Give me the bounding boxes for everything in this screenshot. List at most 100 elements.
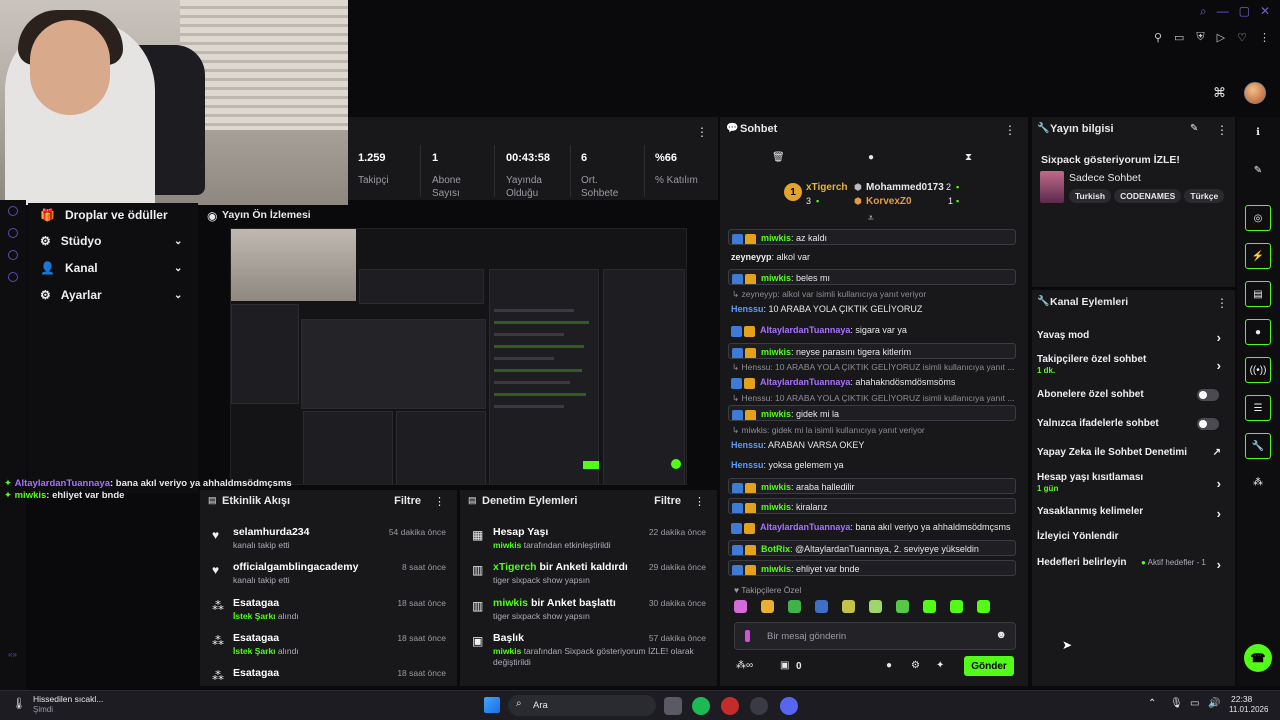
emotes-only-toggle[interactable] bbox=[1197, 418, 1219, 430]
tag[interactable]: Turkish bbox=[1069, 189, 1112, 203]
chat-bubble-icon[interactable]: ● bbox=[868, 152, 874, 163]
chat-message[interactable]: miwkis: ehliyet var bnde bbox=[728, 560, 1016, 576]
chat-message[interactable]: miwkis: araba halledilir bbox=[728, 478, 1016, 494]
account-age-restriction[interactable]: Hesap yaşı kısıtlaması 1 gün › bbox=[1037, 472, 1227, 493]
more-icon[interactable]: ⋮ bbox=[1216, 296, 1228, 310]
points-icon[interactable]: ⁂∞ bbox=[736, 660, 753, 671]
chat-username[interactable]: AltaylardanTuannaya bbox=[760, 377, 850, 387]
nav-studio[interactable]: ⚙ Stüdyo ⌄ bbox=[40, 234, 182, 248]
banned-words[interactable]: Yasaklanmış kelimeler › bbox=[1037, 506, 1227, 521]
support-icon[interactable]: ☎ bbox=[1244, 644, 1272, 672]
chat-message[interactable]: miwkis: gidek mi la bbox=[728, 405, 1016, 421]
nav-drops[interactable]: 🎁 Droplar ve ödüller bbox=[40, 208, 168, 222]
emote[interactable] bbox=[815, 600, 828, 613]
emote[interactable] bbox=[842, 600, 855, 613]
points-icon[interactable]: ⁂ bbox=[1245, 469, 1271, 495]
tag[interactable]: CODENAMES bbox=[1114, 189, 1182, 203]
chat-message[interactable]: Henssu: yoksa gelemem ya bbox=[728, 457, 1016, 473]
app-icon[interactable] bbox=[750, 697, 768, 715]
chat-bubble-icon[interactable]: ● bbox=[886, 660, 892, 671]
maximize-icon[interactable]: ▢ bbox=[1239, 4, 1250, 19]
ai-moderation[interactable]: Yapay Zeka ile Sohbet Denetimi ↗ bbox=[1037, 447, 1227, 458]
chat-message[interactable]: miwkis: beles mı bbox=[728, 269, 1016, 285]
mic-icon[interactable]: 🎙 bbox=[1170, 698, 1183, 709]
weather-icon[interactable]: 🌡 bbox=[12, 697, 26, 710]
chat-username[interactable]: miwkis bbox=[761, 233, 791, 243]
gamepad-icon[interactable]: ⌘ bbox=[1213, 85, 1226, 101]
category-thumbnail[interactable] bbox=[1040, 171, 1064, 203]
chat-message[interactable]: Henssu: ARABAN VARSA OKEY bbox=[728, 437, 1016, 453]
moderation-filter-button[interactable]: Filtre bbox=[654, 495, 681, 507]
chat-username[interactable]: miwkis bbox=[761, 273, 791, 283]
subscribers-only-toggle[interactable] bbox=[1197, 389, 1219, 401]
emotes-only-chat[interactable]: Yalnızca ifadelerle sohbet bbox=[1037, 418, 1227, 430]
chat-username[interactable]: AltaylardanTuannaya bbox=[760, 325, 850, 335]
chat-username[interactable]: Henssu bbox=[731, 304, 764, 314]
monitor-icon[interactable]: ▭ bbox=[1190, 698, 1199, 709]
chat-username[interactable]: miwkis bbox=[761, 409, 791, 419]
play-icon[interactable]: ▷ bbox=[1217, 31, 1225, 44]
send-button[interactable]: Gönder bbox=[964, 656, 1014, 676]
stream-preview[interactable] bbox=[230, 228, 687, 485]
emote[interactable] bbox=[950, 600, 963, 613]
chat-message[interactable]: zeyneyyp: alkol var bbox=[728, 249, 1016, 265]
settings-icon[interactable] bbox=[8, 272, 18, 282]
gift-icon[interactable]: ✦ bbox=[936, 660, 944, 671]
emote[interactable] bbox=[761, 600, 774, 613]
file-explorer-icon[interactable] bbox=[664, 697, 682, 715]
chat-message[interactable]: miwkis: neyse parasını tigera kitlerim bbox=[728, 343, 1016, 359]
tray-chevron-icon[interactable]: ⌃ bbox=[1148, 698, 1156, 709]
gear-icon[interactable]: ⚙ bbox=[911, 660, 920, 671]
bolt-icon[interactable]: ⚡ bbox=[1245, 243, 1271, 269]
chat-username[interactable]: miwkis bbox=[761, 564, 791, 574]
subscribers-only-chat[interactable]: Abonelere özel sohbet bbox=[1037, 389, 1227, 401]
chat-message[interactable]: Henssu: 10 ARABA YOLA ÇIKTIK GELİYORUZ bbox=[728, 301, 1016, 317]
list-icon[interactable]: ☰ bbox=[1245, 395, 1271, 421]
emote[interactable] bbox=[896, 600, 909, 613]
chat-message[interactable]: AltaylardanTuannaya: bana akıl veriyo ya… bbox=[728, 519, 1016, 535]
wrench-icon[interactable]: 🔧 bbox=[1245, 433, 1271, 459]
slow-mode[interactable]: Yavaş mod › bbox=[1037, 330, 1227, 345]
broadcast-icon[interactable]: ((•)) bbox=[1245, 357, 1271, 383]
start-button[interactable] bbox=[484, 697, 500, 713]
heart-icon[interactable]: ♡ bbox=[1237, 31, 1247, 44]
emoji-icon[interactable]: ☻ bbox=[995, 629, 1007, 641]
clock-icon[interactable] bbox=[8, 228, 18, 238]
taskbar-search[interactable]: ⌕ Ara bbox=[508, 695, 656, 716]
info-icon[interactable]: ℹ bbox=[1245, 119, 1271, 145]
spotify-icon[interactable] bbox=[692, 697, 710, 715]
more-icon[interactable]: ⋮ bbox=[1259, 31, 1270, 44]
chat-username[interactable]: miwkis bbox=[761, 482, 791, 492]
activity-filter-button[interactable]: Filtre bbox=[394, 495, 421, 507]
chat-username[interactable]: miwkis bbox=[761, 347, 791, 357]
chat-username[interactable]: AltaylardanTuannaya bbox=[760, 522, 850, 532]
minimize-icon[interactable]: — bbox=[1217, 4, 1229, 19]
emote[interactable] bbox=[977, 600, 990, 613]
chat-message[interactable]: miwkis: az kaldı bbox=[728, 229, 1016, 245]
chat-username[interactable]: Henssu bbox=[731, 460, 764, 470]
nav-settings[interactable]: ⚙ Ayarlar ⌄ bbox=[40, 288, 182, 302]
close-icon[interactable]: ✕ bbox=[1260, 4, 1270, 19]
expand-icon[interactable]: «» bbox=[8, 650, 17, 659]
nav-channel[interactable]: 👤 Kanal ⌄ bbox=[40, 261, 182, 275]
followers-only-chat[interactable]: Takipçilere özel sohbet 1 dk. › bbox=[1037, 354, 1227, 375]
emote[interactable] bbox=[869, 600, 882, 613]
chat-username[interactable]: BotRix bbox=[761, 544, 790, 554]
shield-icon[interactable]: ⛨ bbox=[1196, 31, 1204, 44]
opera-icon[interactable] bbox=[721, 697, 739, 715]
pin-icon[interactable]: ⚲ bbox=[1154, 31, 1162, 44]
raid-viewers[interactable]: İzleyici Yönlendir bbox=[1037, 531, 1227, 542]
stream-category[interactable]: Sadece Sohbet bbox=[1069, 172, 1141, 184]
chat-identity-icon[interactable] bbox=[745, 630, 750, 642]
chat-username[interactable]: zeyneyyp bbox=[731, 252, 772, 262]
more-icon[interactable]: ⋮ bbox=[434, 495, 445, 508]
stats-more-icon[interactable]: ⋮ bbox=[696, 125, 708, 139]
screen-icon[interactable]: ▭ bbox=[1174, 31, 1184, 44]
chat-message[interactable]: BotRix: @AltaylardanTuannaya, 2. seviyey… bbox=[728, 540, 1016, 556]
hourglass-icon[interactable]: ⧗ bbox=[965, 152, 972, 163]
camera-icon[interactable]: ◎ bbox=[1245, 205, 1271, 231]
set-goals[interactable]: Hedefleri belirleyin ● Aktif hedefler - … bbox=[1037, 557, 1227, 572]
document-icon[interactable]: ▤ bbox=[1245, 281, 1271, 307]
chat-message[interactable]: AltaylardanTuannaya: sigara var ya bbox=[728, 322, 1016, 338]
chat-message[interactable]: miwkis: kiralarız bbox=[728, 498, 1016, 514]
